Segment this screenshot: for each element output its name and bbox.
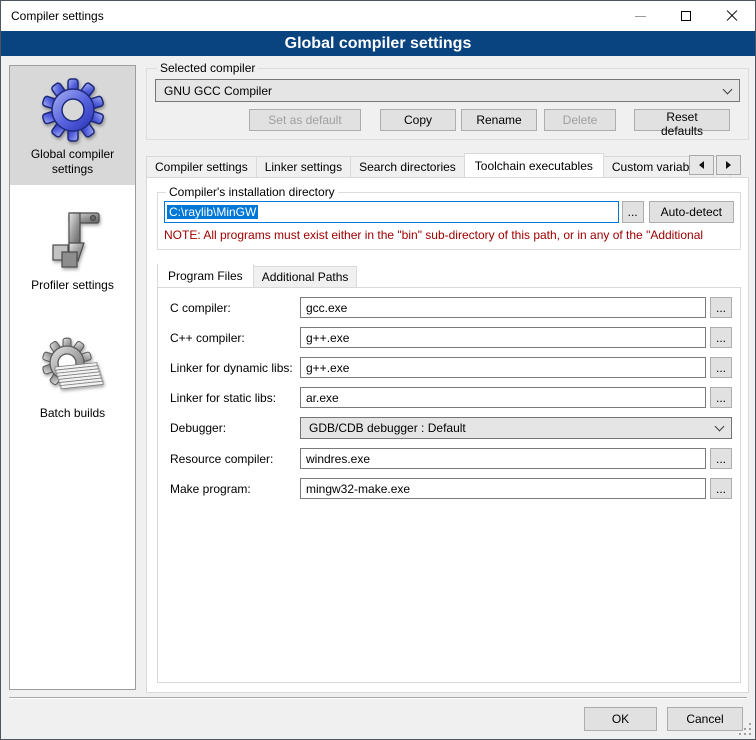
resource-compiler-row: Resource compiler: ... — [170, 448, 732, 469]
browse-button[interactable]: ... — [710, 387, 732, 408]
make-program-input[interactable] — [300, 478, 706, 499]
browse-button[interactable]: ... — [710, 297, 732, 318]
maximize-button[interactable] — [663, 1, 709, 31]
sidebar-item-global-compiler-settings[interactable]: Global compiler settings — [10, 66, 135, 185]
installation-path-input[interactable]: C:\raylib\MinGW — [164, 201, 619, 223]
debugger-row: Debugger: GDB/CDB debugger : Default — [170, 417, 732, 439]
maximize-icon — [681, 11, 691, 21]
dynamic-linker-input[interactable] — [300, 357, 706, 378]
footer-buttons: OK Cancel — [584, 707, 743, 731]
field-label: Debugger: — [170, 421, 300, 435]
sidebar-item-label: Global compiler settings — [10, 147, 135, 185]
tab-toolchain-executables[interactable]: Toolchain executables — [464, 153, 604, 177]
installation-directory-label: Compiler's installation directory — [166, 185, 338, 199]
sidebar-item-batch-builds[interactable]: Batch builds — [10, 325, 135, 441]
program-files-pane: C compiler: ... C++ compiler: ... Linker… — [157, 287, 741, 683]
browse-button[interactable]: ... — [710, 357, 732, 378]
installation-path-row: C:\raylib\MinGW ... Auto-detect — [164, 201, 734, 223]
rename-button[interactable]: Rename — [461, 109, 537, 131]
c-compiler-input[interactable] — [300, 297, 706, 318]
browse-button[interactable]: ... — [710, 478, 732, 499]
sidebar: Global compiler settings — [9, 65, 136, 690]
debugger-select[interactable]: GDB/CDB debugger : Default — [300, 417, 732, 439]
cpp-compiler-row: C++ compiler: ... — [170, 327, 732, 348]
field-label: Make program: — [170, 482, 300, 496]
compiler-combobox[interactable]: GNU GCC Compiler — [155, 79, 740, 102]
compiler-buttons-row: Set as default Copy Rename Delete Reset … — [155, 109, 740, 131]
program-tabs: Program Files Additional Paths — [157, 264, 748, 287]
close-button[interactable] — [709, 1, 755, 31]
toolchain-executables-pane: Compiler's installation directory C:\ray… — [146, 177, 749, 693]
auto-detect-button[interactable]: Auto-detect — [649, 201, 734, 223]
field-label: Linker for static libs: — [170, 391, 300, 405]
selected-compiler-group: Selected compiler GNU GCC Compiler Set a… — [146, 61, 749, 140]
dynamic-linker-row: Linker for dynamic libs: ... — [170, 357, 732, 378]
tab-linker-settings[interactable]: Linker settings — [256, 156, 351, 177]
footer-divider — [9, 697, 747, 698]
dialog-body: Global compiler settings — [1, 56, 755, 739]
make-program-row: Make program: ... — [170, 478, 732, 499]
resize-grip[interactable] — [739, 723, 753, 737]
tab-search-directories[interactable]: Search directories — [350, 156, 465, 177]
browse-button[interactable]: ... — [710, 327, 732, 348]
triangle-right-icon — [726, 161, 731, 169]
copy-button[interactable]: Copy — [380, 109, 456, 131]
field-label: Resource compiler: — [170, 452, 300, 466]
window-title: Compiler settings — [1, 9, 104, 23]
caption-buttons — [617, 1, 755, 31]
triangle-left-icon — [699, 161, 704, 169]
field-label: C compiler: — [170, 301, 300, 315]
bin-subdirectory-note: NOTE: All programs must exist either in … — [164, 228, 734, 242]
compiler-combobox-value: GNU GCC Compiler — [164, 84, 272, 98]
sidebar-item-label: Batch builds — [34, 406, 111, 429]
debugger-select-value: GDB/CDB debugger : Default — [309, 421, 466, 435]
delete-button[interactable]: Delete — [544, 109, 616, 131]
settings-tabs: Compiler settings Linker settings Search… — [146, 153, 749, 177]
caliper-icon — [41, 209, 105, 273]
minimize-button[interactable] — [617, 1, 663, 31]
compiler-settings-dialog: Compiler settings Global compiler settin… — [0, 0, 756, 740]
installation-path-selected-text: C:\raylib\MinGW — [167, 205, 258, 219]
tab-program-files[interactable]: Program Files — [157, 264, 254, 287]
main-content: Selected compiler GNU GCC Compiler Set a… — [146, 61, 749, 693]
ok-button[interactable]: OK — [584, 707, 657, 731]
set-as-default-button[interactable]: Set as default — [249, 109, 361, 131]
chevron-down-icon — [723, 84, 733, 94]
c-compiler-row: C compiler: ... — [170, 297, 732, 318]
tab-additional-paths[interactable]: Additional Paths — [253, 266, 358, 287]
gray-gear-stack-icon — [41, 337, 105, 401]
chevron-down-icon — [715, 422, 725, 432]
page-title: Global compiler settings — [1, 31, 755, 56]
selected-compiler-group-label: Selected compiler — [157, 61, 258, 75]
installation-directory-group: Compiler's installation directory C:\ray… — [157, 185, 741, 250]
titlebar: Compiler settings — [1, 1, 755, 31]
tab-scroll-right-button[interactable] — [716, 155, 741, 175]
sidebar-item-label: Profiler settings — [25, 278, 120, 301]
sidebar-item-profiler-settings[interactable]: Profiler settings — [10, 197, 135, 313]
browse-button[interactable]: ... — [710, 448, 732, 469]
resource-compiler-input[interactable] — [300, 448, 706, 469]
reset-defaults-button[interactable]: Reset defaults — [634, 109, 730, 131]
static-linker-input[interactable] — [300, 387, 706, 408]
cpp-compiler-input[interactable] — [300, 327, 706, 348]
browse-directory-button[interactable]: ... — [622, 201, 644, 223]
blue-gear-icon — [41, 78, 105, 142]
tab-scroll-arrows — [689, 155, 741, 175]
minimize-icon — [635, 16, 646, 17]
static-linker-row: Linker for static libs: ... — [170, 387, 732, 408]
field-label: Linker for dynamic libs: — [170, 361, 300, 375]
close-icon — [726, 10, 738, 22]
field-label: C++ compiler: — [170, 331, 300, 345]
tab-scroll-left-button[interactable] — [689, 155, 714, 175]
tab-compiler-settings[interactable]: Compiler settings — [146, 156, 257, 177]
cancel-button[interactable]: Cancel — [667, 707, 743, 731]
